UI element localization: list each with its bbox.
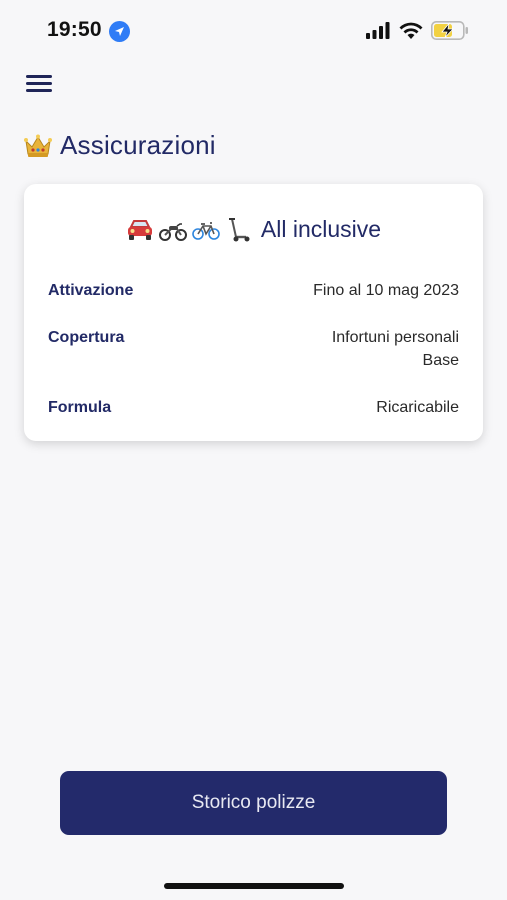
bicycle-icon [192, 221, 220, 240]
activation-value: Fino al 10 mag 2023 [313, 282, 459, 299]
coverage-label: Copertura [48, 329, 125, 346]
car-icon [127, 219, 152, 240]
crown-icon [24, 134, 52, 157]
scooter-icon [228, 217, 250, 241]
home-indicator[interactable] [164, 883, 344, 889]
vehicle-icons [126, 217, 251, 243]
app-screen: 19:50 Assicurazioni All inclusive Attiva… [0, 0, 507, 900]
status-bar: 19:50 [0, 0, 507, 60]
policy-history-button[interactable]: Storico polizze [60, 771, 447, 835]
wifi-icon [399, 22, 423, 39]
card-header: All inclusive [24, 216, 483, 243]
page-title: Assicurazioni [24, 130, 216, 161]
formula-label: Formula [48, 399, 112, 416]
location-arrow-icon [109, 21, 130, 42]
coverage-value-line2: Base [422, 352, 459, 369]
coverage-value: Infortuni personali Base [332, 326, 459, 372]
page-title-text: Assicurazioni [60, 130, 216, 160]
card-title: All inclusive [260, 216, 382, 242]
formula-value: Ricaricabile [376, 399, 459, 416]
battery-charging-icon [431, 21, 468, 40]
coverage-value-line1: Infortuni personali [331, 329, 459, 346]
policy-card[interactable]: All inclusive Attivazione Fino al 10 mag… [24, 184, 483, 441]
motorcycle-icon [158, 222, 187, 241]
activation-label: Attivazione [48, 282, 134, 299]
cellular-signal-icon [366, 22, 390, 39]
status-time: 19:50 [47, 18, 102, 41]
hamburger-menu-icon[interactable] [26, 72, 54, 94]
